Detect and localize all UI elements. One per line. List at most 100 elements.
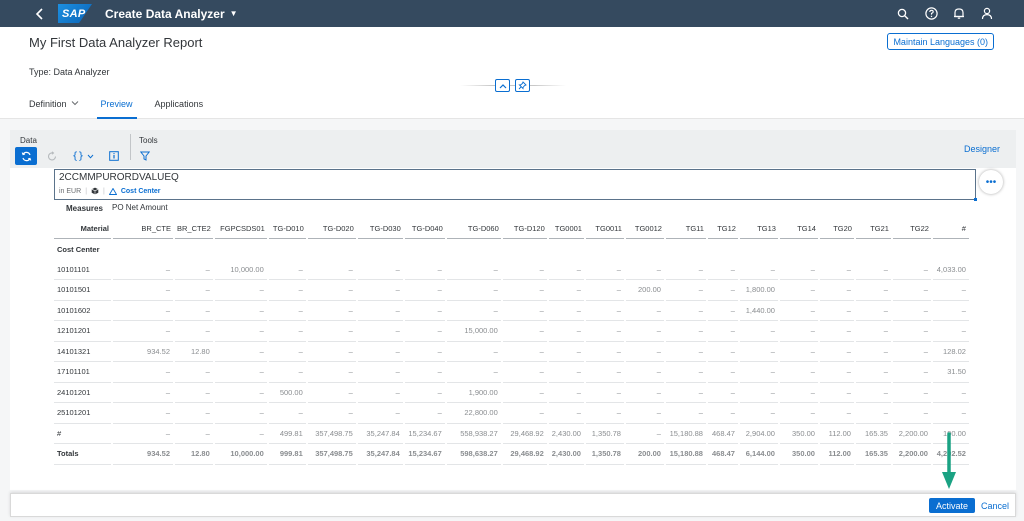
table-cell[interactable]: 6,144.00	[737, 443, 779, 465]
filter-button[interactable]	[136, 147, 154, 165]
table-row[interactable]: 24101201– – –500.00– – –1,900.00– – – – – – – – – – – –	[54, 382, 969, 403]
column-header[interactable]: TG20	[818, 218, 855, 239]
table-cell[interactable]: –	[705, 361, 739, 383]
column-header[interactable]: TG-D010	[267, 218, 307, 239]
table-cell[interactable]: –	[777, 279, 819, 301]
table-cell[interactable]: –	[444, 279, 502, 301]
table-cell[interactable]: –	[402, 361, 446, 383]
table-cell[interactable]: –	[305, 300, 357, 321]
table-cell[interactable]: –	[546, 341, 585, 362]
table-cell[interactable]: –	[173, 259, 214, 280]
table-cell[interactable]: –	[705, 259, 739, 280]
table-cell[interactable]: –	[212, 423, 268, 444]
table-cell[interactable]: –	[500, 320, 548, 342]
table-cell[interactable]: –	[212, 341, 268, 362]
table-cell[interactable]: 350.00	[777, 423, 819, 444]
table-cell[interactable]: –	[663, 382, 707, 403]
row-header[interactable]: 10101101	[54, 259, 112, 280]
table-cell[interactable]: 934.52	[111, 443, 174, 465]
info-button[interactable]	[105, 147, 123, 165]
table-row[interactable]: # – – –499.81 357,498.75 35,247.84 15,234.67 55…	[54, 423, 969, 444]
table-cell[interactable]: –	[111, 382, 174, 403]
activate-button[interactable]: Activate	[928, 498, 975, 513]
table-cell[interactable]: 468.47	[705, 443, 739, 465]
table-cell[interactable]: 15,180.88	[663, 423, 707, 444]
pin-header-button[interactable]	[515, 79, 530, 92]
table-cell[interactable]: –	[705, 320, 739, 342]
table-cell[interactable]: –	[623, 300, 665, 321]
column-header[interactable]: TG-D060	[445, 218, 502, 239]
table-cell[interactable]: –	[546, 320, 585, 342]
datasource-header[interactable]: 2CCMMPURORDVALUEQ in EUR | | Cost Center	[54, 169, 977, 201]
column-header[interactable]: TG-D030	[356, 218, 404, 239]
table-cell[interactable]: –	[266, 402, 307, 424]
table-cell[interactable]: 10,000.00	[212, 443, 268, 465]
table-cell[interactable]: 29,468.92	[500, 443, 548, 465]
table-cell[interactable]: –	[583, 402, 625, 424]
column-header[interactable]: TG11	[664, 218, 707, 239]
table-cell[interactable]: –	[817, 300, 855, 321]
table-cell[interactable]: –	[355, 361, 404, 383]
tab-preview[interactable]: Preview	[96, 99, 137, 119]
table-cell[interactable]: –	[111, 423, 174, 444]
table-cell[interactable]: –	[402, 259, 446, 280]
table-cell[interactable]: –	[930, 279, 969, 301]
table-cell[interactable]: –	[817, 382, 855, 403]
table-cell[interactable]: –	[444, 341, 502, 362]
table-cell[interactable]: –	[890, 259, 932, 280]
table-cell[interactable]: –	[402, 320, 446, 342]
table-cell[interactable]: 128.02	[930, 341, 969, 362]
table-cell[interactable]: 165.35	[853, 443, 892, 465]
table-cell[interactable]: 165.35	[853, 423, 892, 444]
table-cell[interactable]: –	[500, 300, 548, 321]
table-cell[interactable]: –	[623, 361, 665, 383]
notifications-button[interactable]	[952, 7, 966, 21]
table-cell[interactable]: –	[111, 320, 174, 342]
table-cell[interactable]: –	[212, 320, 268, 342]
table-cell[interactable]: –	[546, 402, 585, 424]
table-cell[interactable]: 468.47	[705, 423, 739, 444]
table-cell[interactable]: –	[853, 341, 892, 362]
table-cell[interactable]: –	[705, 341, 739, 362]
table-cell[interactable]: –	[853, 259, 892, 280]
column-header[interactable]: TG21	[854, 218, 892, 239]
table-cell[interactable]: 12.80	[173, 443, 214, 465]
table-cell[interactable]: –	[355, 300, 404, 321]
table-cell[interactable]: 934.52	[111, 341, 174, 362]
table-cell[interactable]: –	[737, 361, 779, 383]
table-cell[interactable]: –	[583, 320, 625, 342]
tab-applications[interactable]: Applications	[155, 99, 204, 119]
table-cell[interactable]: –	[930, 320, 969, 342]
row-header[interactable]: 25101201	[54, 402, 112, 424]
table-cell[interactable]: 35,247.84	[355, 443, 404, 465]
table-cell[interactable]: 15,234.67	[402, 443, 446, 465]
table-row[interactable]: 10101501– – – – – – – – – – –200.00– –1,800.00– – – – –	[54, 279, 969, 301]
column-header[interactable]: TG13	[738, 218, 779, 239]
table-cell[interactable]: –	[402, 382, 446, 403]
table-cell[interactable]: –	[890, 361, 932, 383]
table-cell[interactable]: –	[737, 341, 779, 362]
table-cell[interactable]: –	[817, 279, 855, 301]
table-cell[interactable]: –	[212, 402, 268, 424]
column-header[interactable]: TG-D040	[403, 218, 446, 239]
row-header[interactable]: 24101201	[54, 382, 112, 403]
table-cell[interactable]: –	[402, 341, 446, 362]
table-cell[interactable]: 15,180.88	[663, 443, 707, 465]
table-cell[interactable]: –	[173, 279, 214, 301]
table-cell[interactable]: 1,900.00	[444, 382, 502, 403]
table-cell[interactable]: –	[623, 341, 665, 362]
table-cell[interactable]: –	[890, 382, 932, 403]
table-cell[interactable]: 357,498.75	[305, 423, 357, 444]
sap-logo[interactable]: SAP	[58, 4, 92, 23]
column-header[interactable]: TG14	[778, 218, 819, 239]
table-cell[interactable]: 1,350.78	[583, 423, 625, 444]
table-cell[interactable]: –	[305, 382, 357, 403]
row-header[interactable]: 10101501	[54, 279, 112, 301]
table-cell[interactable]: –	[930, 300, 969, 321]
table-cell[interactable]: –	[890, 300, 932, 321]
table-cell[interactable]: –	[777, 402, 819, 424]
column-header[interactable]: BR_CTE	[112, 218, 174, 239]
table-cell[interactable]: –	[546, 361, 585, 383]
table-cell[interactable]: –	[111, 259, 174, 280]
table-row[interactable]: 14101321 934.52 12.80– – – – – – – – – – – – – – – – –128.…	[54, 341, 969, 362]
